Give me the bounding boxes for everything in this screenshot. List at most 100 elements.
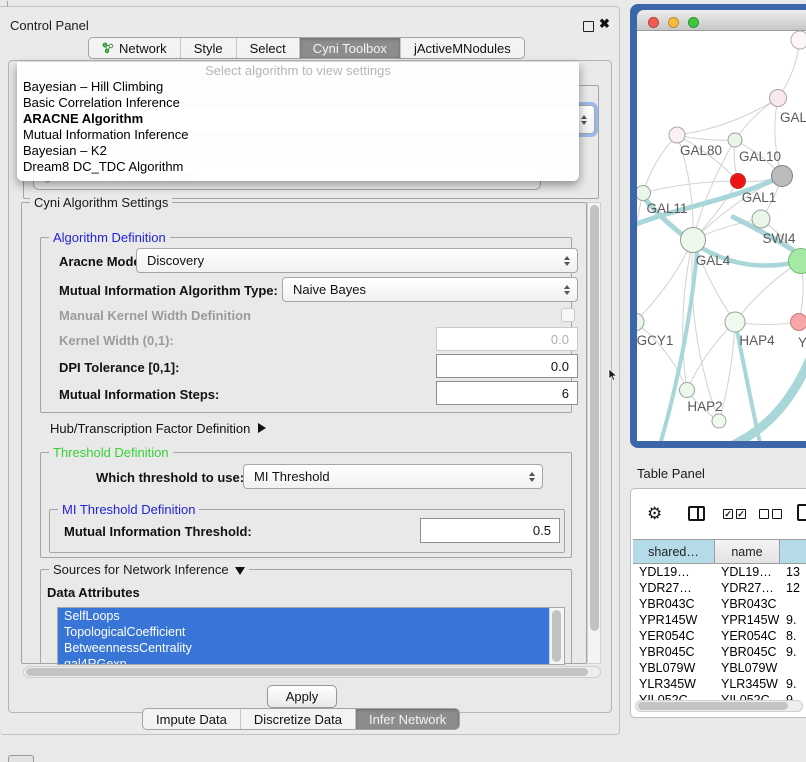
table-hscrollbar[interactable] xyxy=(635,700,803,712)
close-window-icon[interactable] xyxy=(648,17,659,28)
attribute-item[interactable]: gal4RGexp xyxy=(58,656,564,665)
tab-jactivemnodules[interactable]: jActiveMNodules xyxy=(401,38,524,58)
table-cell: 9. xyxy=(780,644,805,660)
tab-style[interactable]: Style xyxy=(181,38,237,58)
float-panel-icon[interactable] xyxy=(583,21,594,32)
network-edge[interactable] xyxy=(735,261,801,322)
network-edge[interactable] xyxy=(687,322,735,390)
divider xyxy=(7,1,8,7)
tab-impute-data[interactable]: Impute Data xyxy=(143,709,241,729)
algorithm-option[interactable]: Bayesian – Hill Climbing xyxy=(17,79,579,95)
aracne-mode-value: Discovery xyxy=(147,253,204,268)
network-node-mini-node[interactable] xyxy=(712,414,726,428)
aracne-mode-combo[interactable]: Discovery xyxy=(136,248,578,273)
table-cell xyxy=(780,660,805,676)
table-row[interactable]: YER054CYER054C8. xyxy=(633,628,805,644)
network-node-big-green[interactable] xyxy=(789,249,806,274)
tab-infer-network[interactable]: Infer Network xyxy=(356,709,459,729)
columns-icon[interactable] xyxy=(688,506,705,521)
hub-factor-expander[interactable]: Hub/Transcription Factor Definition xyxy=(50,421,266,436)
data-attributes-list[interactable]: SelfLoopsTopologicalCoefficientBetweenne… xyxy=(57,607,565,665)
network-node-gal[interactable] xyxy=(770,90,787,107)
attributes-vscrollbar[interactable] xyxy=(549,608,564,664)
algorithm-option[interactable]: Mutual Information Inference xyxy=(17,127,579,143)
which-threshold-combo[interactable]: MI Threshold xyxy=(243,464,543,489)
gear-icon[interactable]: ⚙ xyxy=(647,505,662,522)
table-row[interactable]: YBR045CYBR045C9. xyxy=(633,644,805,660)
network-node-gal4[interactable] xyxy=(681,228,706,253)
settings-vscrollbar[interactable] xyxy=(587,202,601,664)
table-cell: YER054C xyxy=(633,628,715,644)
mi-type-value: Naive Bayes xyxy=(293,282,366,297)
table-row[interactable]: YDL19…YDL19…13 xyxy=(633,564,805,580)
table-row[interactable]: YBL079WYBL079W xyxy=(633,660,805,676)
mi-type-combo[interactable]: Naive Bayes xyxy=(282,277,578,302)
control-panel-window: Control Panel ✖ NetworkStyleSelectCyni T… xyxy=(0,6,620,735)
network-node-hap2[interactable] xyxy=(680,383,695,398)
network-node-swi4[interactable] xyxy=(752,210,770,228)
settings-hscrollbar[interactable] xyxy=(23,666,601,678)
column-header-extra[interactable] xyxy=(780,540,806,563)
tab-discretize-data[interactable]: Discretize Data xyxy=(241,709,356,729)
unselect-all-columns-icon[interactable] xyxy=(759,509,782,519)
document-icon[interactable] xyxy=(797,504,806,521)
dpi-tolerance-label: DPI Tolerance [0,1]: xyxy=(59,360,179,375)
dpi-tolerance-value: 0.0 xyxy=(551,359,569,374)
apply-button[interactable]: Apply xyxy=(267,685,337,708)
network-edge[interactable] xyxy=(643,135,677,193)
threshold-definition-group: Threshold Definition Which threshold to … xyxy=(40,452,572,558)
algorithm-option[interactable]: Bayesian – K2 xyxy=(17,143,579,159)
table-cell: YDL19… xyxy=(633,564,715,580)
mi-threshold-input[interactable]: 0.5 xyxy=(420,518,560,543)
network-node-gal10[interactable] xyxy=(728,133,742,147)
minimize-window-icon[interactable] xyxy=(668,17,679,28)
attribute-item[interactable]: SelfLoops xyxy=(58,608,564,624)
table-row[interactable]: YLR345WYLR345W9. xyxy=(633,676,805,692)
node-label: Y xyxy=(798,335,806,350)
attribute-item[interactable]: BetweennessCentrality xyxy=(58,640,564,656)
algorithm-option[interactable]: Basic Correlation Inference xyxy=(17,95,579,111)
node-label: GAL11 xyxy=(646,201,687,216)
network-window-titlebar[interactable] xyxy=(637,10,806,31)
attribute-item[interactable]: TopologicalCoefficient xyxy=(58,624,564,640)
network-node-y[interactable] xyxy=(791,314,806,331)
network-node-gal1[interactable] xyxy=(731,174,746,189)
collapsed-panel-stub[interactable] xyxy=(8,755,34,762)
algorithm-option[interactable]: Dream8 DC_TDC Algorithm xyxy=(17,159,579,175)
network-node-gal11[interactable] xyxy=(637,186,651,201)
network-node-hap4[interactable] xyxy=(725,312,745,332)
network-edge[interactable] xyxy=(677,98,778,135)
expand-down-icon xyxy=(235,567,245,575)
column-header-shared[interactable]: shared… xyxy=(633,540,715,563)
mi-threshold-label: Mutual Information Threshold: xyxy=(64,524,252,539)
table-row[interactable]: YPR145WYPR145W9. xyxy=(633,612,805,628)
network-edge[interactable] xyxy=(735,98,778,140)
select-all-columns-icon[interactable]: ✓✓ xyxy=(723,509,746,519)
table-row[interactable]: YIL052CYIL052C9 xyxy=(633,692,805,700)
table-row[interactable]: YDR27…YDR27…12 xyxy=(633,580,805,596)
tab-network[interactable]: Network xyxy=(89,38,181,58)
network-node-gal80[interactable] xyxy=(669,127,685,143)
column-header-name[interactable]: name xyxy=(715,540,780,563)
sources-group: Sources for Network Inference Data Attri… xyxy=(40,569,572,664)
network-node-gray-node[interactable] xyxy=(772,166,793,187)
kernel-width-input[interactable]: 0.0 xyxy=(436,327,578,351)
maximize-window-icon[interactable] xyxy=(688,17,699,28)
network-node-ring-node[interactable] xyxy=(791,31,806,49)
algorithm-option[interactable]: ARACNE Algorithm xyxy=(17,111,579,127)
tab-label: Discretize Data xyxy=(254,712,342,727)
close-icon[interactable]: ✖ xyxy=(599,16,610,32)
tab-label: Network xyxy=(119,41,167,56)
network-edge[interactable] xyxy=(637,240,693,322)
table-cell: YIL052C xyxy=(715,692,780,700)
tab-cyni-toolbox[interactable]: Cyni Toolbox xyxy=(300,38,401,58)
network-canvas[interactable]: GALGAL80GAL10GAL1GAL11SWI4GAL4GCY1HAP4YH… xyxy=(637,31,806,441)
table-cell: 13 xyxy=(780,564,805,580)
tab-select[interactable]: Select xyxy=(237,38,300,58)
network-edge[interactable] xyxy=(637,193,643,322)
dpi-tolerance-input[interactable]: 0.0 xyxy=(436,354,578,378)
table-row[interactable]: YBR043CYBR043C xyxy=(633,596,805,612)
mi-steps-input[interactable]: 6 xyxy=(436,381,578,405)
manual-kernel-checkbox[interactable] xyxy=(561,308,575,322)
sources-title-wrap[interactable]: Sources for Network Inference xyxy=(49,562,249,577)
